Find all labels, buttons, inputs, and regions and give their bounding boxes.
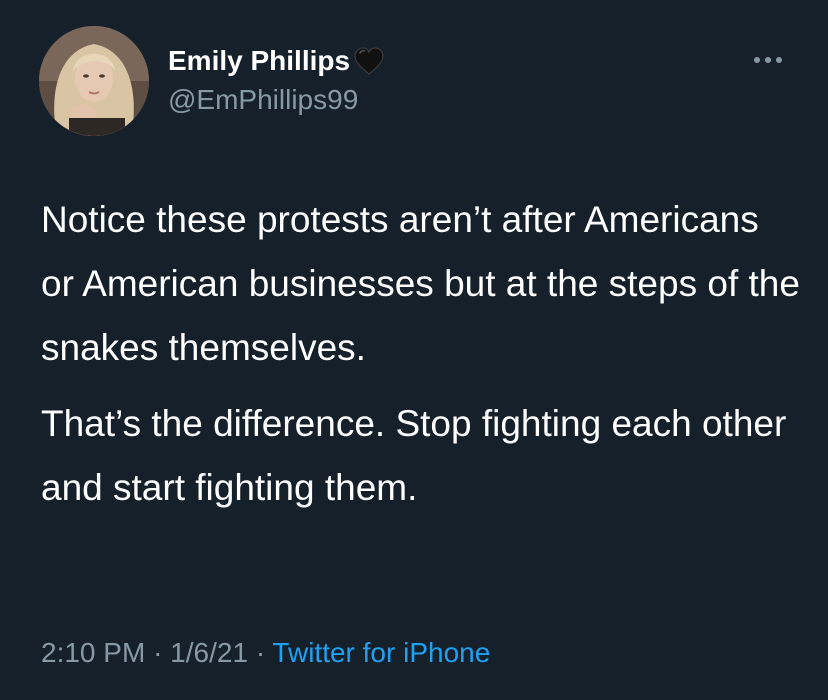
- meta-separator: ·: [153, 637, 163, 668]
- avatar-photo: [39, 26, 149, 136]
- avatar[interactable]: [39, 26, 149, 136]
- tweet-paragraph: Notice these protests aren’t after Ameri…: [41, 199, 800, 368]
- tweet-time[interactable]: 2:10 PM: [41, 637, 145, 668]
- more-options-button[interactable]: [748, 45, 788, 75]
- meta-separator: ·: [255, 637, 266, 668]
- tweet-card: Emily Phillips @EmPhillips99 Notice thes…: [0, 0, 828, 700]
- tweet-date[interactable]: 1/6/21: [170, 637, 248, 668]
- user-handle[interactable]: @EmPhillips99: [168, 83, 358, 117]
- display-name: Emily Phillips: [168, 45, 351, 76]
- user-name[interactable]: Emily Phillips: [168, 44, 386, 78]
- tweet-text: Notice these protests aren’t after Ameri…: [41, 188, 801, 520]
- tweet-paragraph: That’s the difference. Stop fighting eac…: [41, 403, 787, 508]
- tweet-meta: 2:10 PM · 1/6/21 · Twitter for iPhone: [41, 634, 490, 672]
- more-dots-icon: [754, 57, 782, 63]
- black-heart-icon: [352, 46, 386, 76]
- tweet-source-link[interactable]: Twitter for iPhone: [272, 637, 490, 668]
